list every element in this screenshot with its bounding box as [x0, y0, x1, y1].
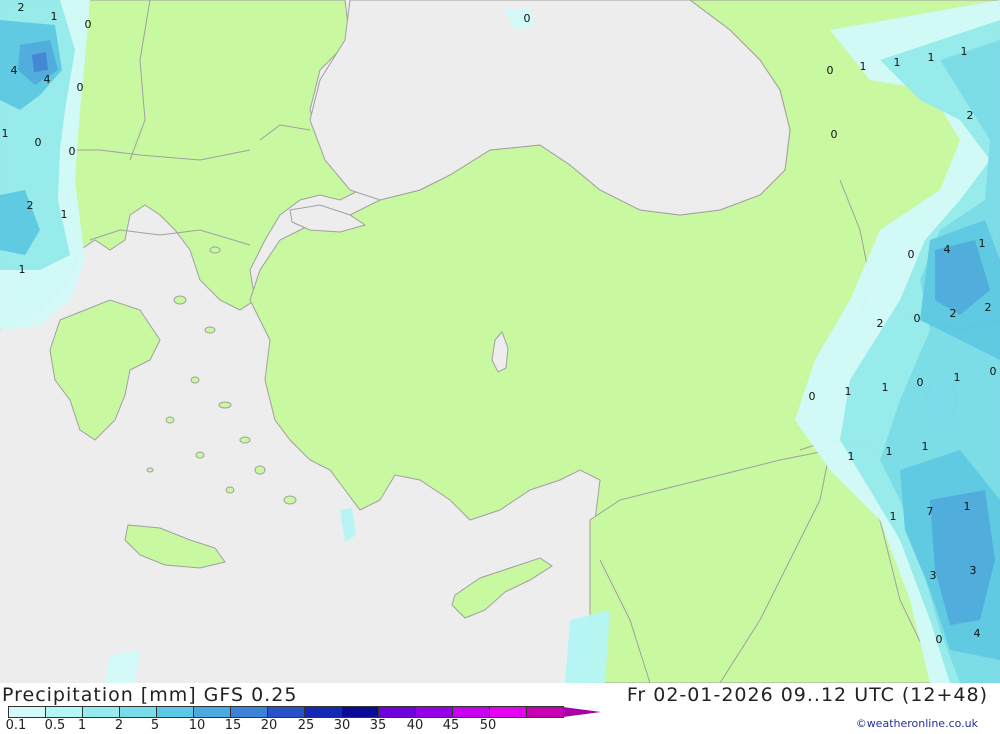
scale-swatch — [82, 706, 120, 718]
scale-swatch — [230, 706, 268, 718]
scale-tick-label: 1 — [77, 718, 87, 733]
scale-swatch — [8, 706, 46, 718]
precip-value-label: 1 — [979, 237, 986, 250]
scale-swatch — [156, 706, 194, 718]
scale-tick-label: 0.5 — [44, 718, 66, 733]
precip-value-label: 1 — [2, 127, 9, 140]
precip-value-label: 1 — [19, 263, 26, 276]
precip-value-label: 4 — [944, 243, 951, 256]
scale-swatch — [304, 706, 342, 718]
precip-value-label: 0 — [809, 390, 816, 403]
precip-value-label: 1 — [886, 445, 893, 458]
precip-value-label: 3 — [970, 564, 977, 577]
precip-value-label: 0 — [85, 18, 92, 31]
precip-value-label: 0 — [524, 12, 531, 25]
scale-swatch — [193, 706, 231, 718]
scale-tick-label: 10 — [188, 718, 206, 733]
precip-value-label: 4 — [974, 627, 981, 640]
precip-value-label: 0 — [914, 312, 921, 325]
precip-value-label: 0 — [908, 248, 915, 261]
precip-value-label: 7 — [927, 505, 934, 518]
precip-value-label: 1 — [882, 381, 889, 394]
scale-swatch — [452, 706, 490, 718]
precip-value-label: 0 — [831, 128, 838, 141]
map-title: Precipitation [mm] GFS 0.25 — [2, 684, 298, 706]
precip-value-label: 0 — [917, 376, 924, 389]
scale-swatch — [415, 706, 453, 718]
scale-tick-label: 45 — [442, 718, 460, 733]
precip-value-label: 1 — [954, 371, 961, 384]
precip-value-label: 0 — [936, 633, 943, 646]
scale-tick-label: 35 — [369, 718, 387, 733]
valid-time: Fr 02-01-2026 09..12 UTC (12+48) — [626, 684, 988, 706]
scale-tick-label: 40 — [406, 718, 424, 733]
precip-value-label: 1 — [845, 385, 852, 398]
precip-value-label: 2 — [950, 307, 957, 320]
precip-value-label: 1 — [890, 510, 897, 523]
precip-value-label: 1 — [894, 56, 901, 69]
scale-tick-label: 25 — [297, 718, 315, 733]
scale-tick-label: 30 — [333, 718, 351, 733]
precip-value-label: 0 — [77, 81, 84, 94]
scale-tick-label: 5 — [150, 718, 160, 733]
scale-ticks: 0.1 0.5 1 2 5 10 15 20 25 30 35 40 45 50 — [0, 718, 540, 734]
scale-tick-label: 0.1 — [5, 718, 27, 733]
precip-value-label: 4 — [11, 64, 18, 77]
scale-arrow — [563, 707, 601, 717]
precip-value-label: 2 — [985, 301, 992, 314]
map-canvas: 21044010021100 1 1 1 1020 4 10 2 221 100 1 01 1 11 7 13… — [0, 0, 1000, 684]
scale-swatch — [267, 706, 305, 718]
precip-value-label: 2 — [967, 109, 974, 122]
precip-value-label: 1 — [964, 500, 971, 513]
precip-value-label: 0 — [35, 136, 42, 149]
scale-tick-label: 20 — [260, 718, 278, 733]
precip-value-label: 1 — [961, 45, 968, 58]
scale-swatch — [526, 706, 564, 718]
precip-value-label: 1 — [51, 10, 58, 23]
precip-value-label: 4 — [44, 73, 51, 86]
scale-tick-label: 2 — [114, 718, 124, 733]
precip-value-label: 3 — [930, 569, 937, 582]
map-footer: Precipitation [mm] GFS 0.25 Fr 02-01-202… — [0, 683, 1000, 733]
precip-value-label: 0 — [827, 64, 834, 77]
precip-value-label: 1 — [922, 440, 929, 453]
scale-swatch — [45, 706, 83, 718]
scale-swatch — [341, 706, 379, 718]
credit-link[interactable]: ©weatheronline.co.uk — [856, 717, 978, 730]
scale-swatch — [489, 706, 527, 718]
precip-value-label: 0 — [990, 365, 997, 378]
scale-swatch — [378, 706, 416, 718]
precip-value-label: 2 — [27, 199, 34, 212]
precip-value-label: 1 — [860, 60, 867, 73]
precipitation-map[interactable]: 2104401002110011110204102221100101111713… — [0, 0, 1000, 684]
scale-tick-label: 50 — [479, 718, 497, 733]
color-scale — [8, 706, 601, 718]
precip-value-label: 2 — [877, 317, 884, 330]
precip-value-label: 0 — [69, 145, 76, 158]
precip-value-label: 1 — [928, 51, 935, 64]
scale-swatch — [119, 706, 157, 718]
precip-value-label: 1 — [848, 450, 855, 463]
precip-value-label: 1 — [61, 208, 68, 221]
scale-tick-label: 15 — [224, 718, 242, 733]
precip-value-label: 2 — [18, 1, 25, 14]
